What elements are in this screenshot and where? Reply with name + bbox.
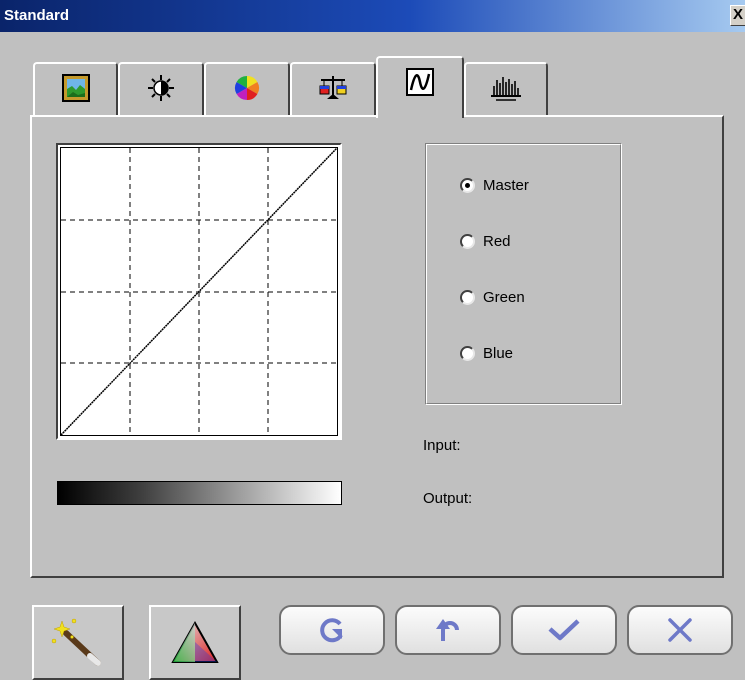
tab-picture[interactable] — [33, 62, 118, 117]
tab-curves[interactable] — [376, 56, 464, 118]
title-bar: Standard X — [0, 0, 745, 32]
tab-brightness[interactable] — [118, 62, 204, 117]
picture-icon — [61, 74, 90, 106]
brightness-icon — [147, 74, 175, 106]
tab-histogram[interactable] — [464, 62, 548, 117]
reset-button[interactable] — [279, 605, 385, 655]
color-balance-button[interactable] — [149, 605, 241, 680]
auto-adjust-button[interactable] — [32, 605, 124, 680]
cancel-button[interactable] — [627, 605, 733, 655]
close-button[interactable]: X — [730, 5, 745, 26]
undo-button[interactable] — [395, 605, 501, 655]
tab-color[interactable] — [204, 62, 290, 117]
curves-panel — [30, 115, 724, 578]
histogram-icon — [490, 74, 522, 106]
curve-icon — [406, 68, 434, 100]
balance-icon — [318, 74, 348, 106]
window-title: Standard — [4, 7, 70, 24]
ok-button[interactable] — [511, 605, 617, 655]
color-wheel-icon — [233, 74, 261, 106]
tab-balance[interactable] — [290, 62, 376, 117]
